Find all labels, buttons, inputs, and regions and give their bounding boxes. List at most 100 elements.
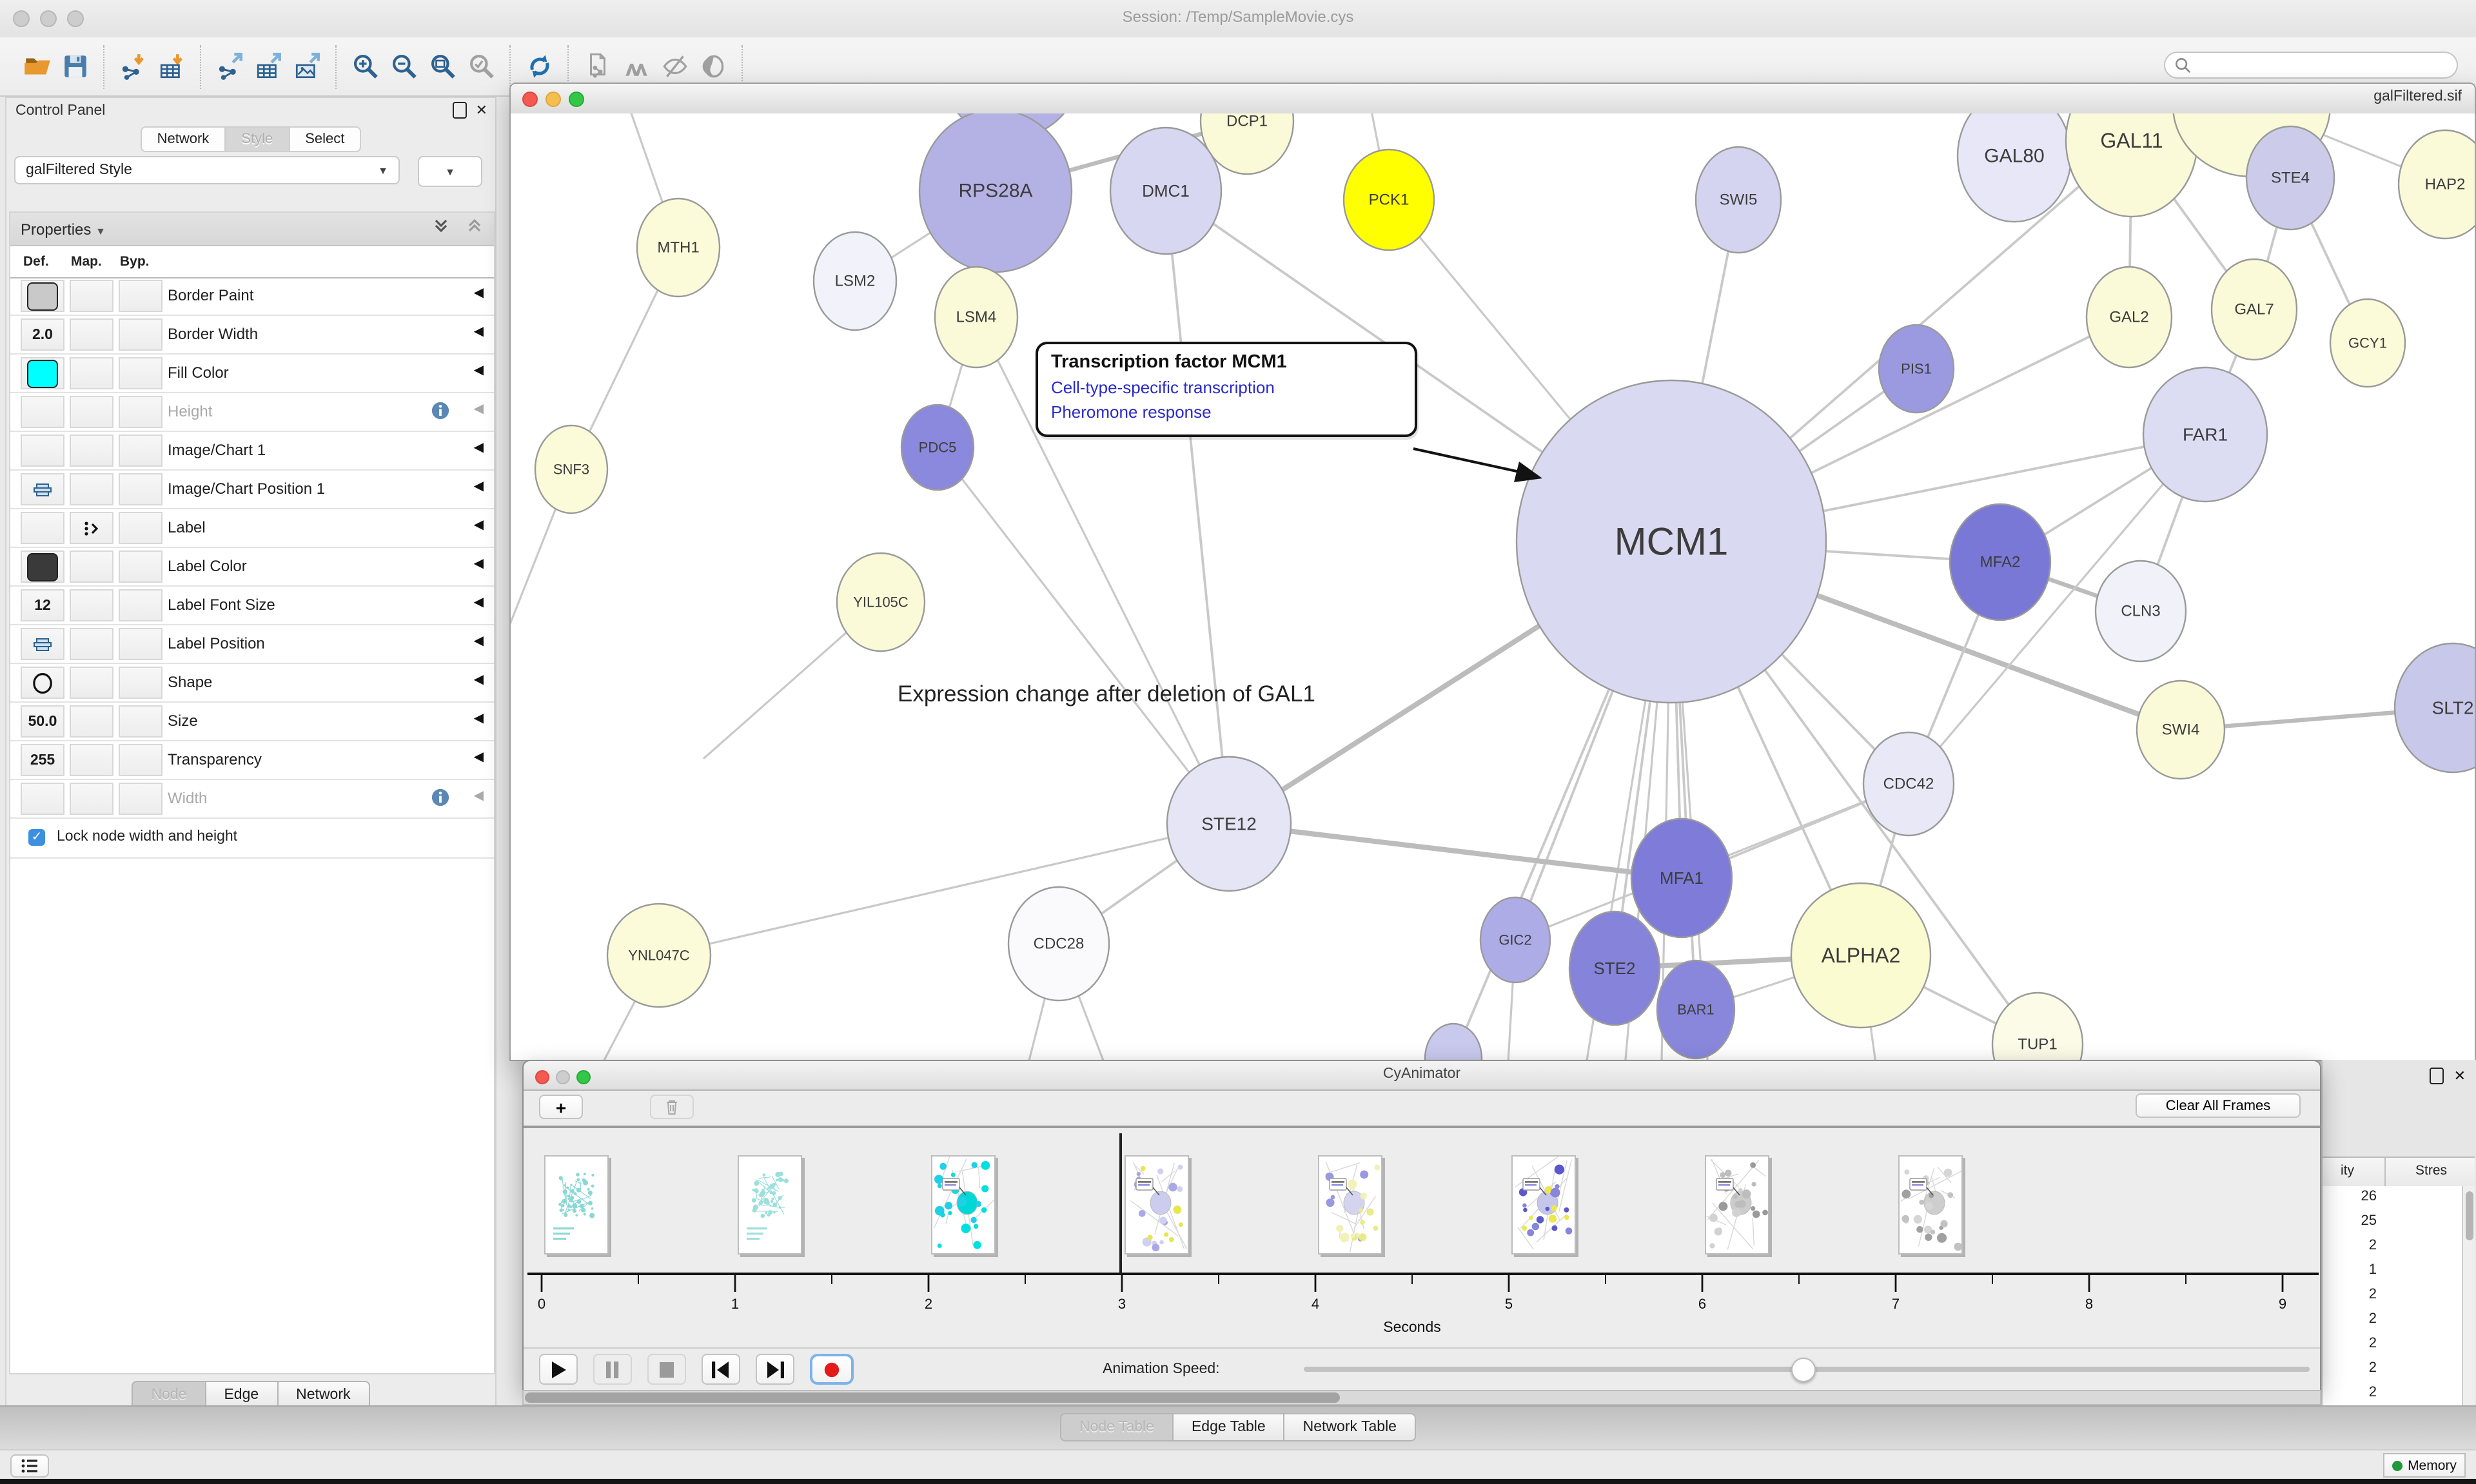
- property-row[interactable]: 50.0Size◀: [10, 703, 494, 741]
- property-map-cell[interactable]: [70, 396, 113, 428]
- style-select[interactable]: galFiltered Style ▼: [14, 156, 400, 184]
- export-network-icon[interactable]: [210, 47, 249, 86]
- property-map-cell[interactable]: [70, 705, 113, 737]
- clear-all-frames-button[interactable]: Clear All Frames: [2136, 1093, 2301, 1118]
- expand-row-icon[interactable]: ◀: [474, 325, 484, 339]
- property-byp-cell[interactable]: [119, 512, 162, 544]
- network-node-RPS28A[interactable]: RPS28A: [919, 113, 1072, 272]
- record-button[interactable]: [810, 1354, 854, 1385]
- task-history-button[interactable]: [10, 1454, 49, 1478]
- table-row[interactable]: 2: [2323, 1333, 2462, 1358]
- zoom-out-icon[interactable]: [384, 47, 423, 86]
- property-def-cell[interactable]: 255: [21, 744, 64, 776]
- open-session-icon[interactable]: [17, 47, 55, 86]
- expand-row-icon[interactable]: ◀: [474, 402, 484, 416]
- table-row[interactable]: 2: [2323, 1358, 2462, 1382]
- property-def-cell[interactable]: [21, 434, 64, 467]
- minimize-window-icon[interactable]: [545, 92, 561, 107]
- expand-row-icon[interactable]: ◀: [474, 712, 484, 726]
- tab-network-table[interactable]: Network Table: [1284, 1413, 1416, 1441]
- network-node-GAL7[interactable]: GAL7: [2212, 259, 2297, 360]
- network-node-CLN3[interactable]: CLN3: [2096, 561, 2186, 661]
- expand-row-icon[interactable]: ◀: [474, 480, 484, 494]
- property-def-cell[interactable]: [21, 667, 64, 699]
- export-image-icon[interactable]: [288, 47, 326, 86]
- properties-title[interactable]: Properties ▼: [21, 220, 106, 238]
- property-map-cell[interactable]: [70, 280, 113, 312]
- annotation-box[interactable]: Transcription factor MCM1 Cell-type-spec…: [1036, 342, 1417, 436]
- property-byp-cell[interactable]: [119, 705, 162, 737]
- property-def-cell[interactable]: [21, 551, 64, 583]
- property-row[interactable]: Width◀: [10, 780, 494, 819]
- property-byp-cell[interactable]: [119, 667, 162, 699]
- property-row[interactable]: Shape◀: [10, 664, 494, 703]
- network-node-FAR1[interactable]: FAR1: [2143, 367, 2267, 502]
- property-map-cell[interactable]: [70, 667, 113, 699]
- frame-thumbnail-0[interactable]: [544, 1155, 609, 1255]
- tab-network[interactable]: Network: [141, 126, 225, 152]
- property-map-cell[interactable]: [70, 434, 113, 467]
- property-map-cell[interactable]: [70, 473, 113, 505]
- collapse-all-icon[interactable]: [431, 217, 449, 235]
- property-byp-cell[interactable]: [119, 628, 162, 660]
- property-byp-cell[interactable]: [119, 473, 162, 505]
- float-panel-icon[interactable]: [453, 102, 467, 119]
- network-window-titlebar[interactable]: galFiltered.sif: [511, 84, 2475, 115]
- property-map-cell[interactable]: [70, 783, 113, 815]
- slider-thumb[interactable]: [1791, 1358, 1816, 1382]
- property-row[interactable]: Image/Chart 1◀: [10, 432, 494, 471]
- network-node-MFA1[interactable]: MFA1: [1631, 819, 1732, 937]
- zoom-in-icon[interactable]: [346, 47, 384, 86]
- property-def-cell[interactable]: [21, 628, 64, 660]
- network-node-YNL047C[interactable]: YNL047C: [607, 904, 711, 1007]
- network-node-YIL105C[interactable]: YIL105C: [837, 553, 925, 651]
- delete-frame-button[interactable]: [650, 1095, 694, 1119]
- search-box[interactable]: [2164, 52, 2458, 79]
- network-node-SWI5[interactable]: SWI5: [1696, 147, 1781, 253]
- float-panel-icon[interactable]: [2430, 1068, 2444, 1084]
- next-frame-button[interactable]: [756, 1354, 794, 1385]
- import-network-icon[interactable]: [113, 47, 152, 86]
- property-byp-cell[interactable]: [119, 357, 162, 389]
- network-node-GAL2[interactable]: GAL2: [2087, 267, 2172, 367]
- frames-timeline[interactable]: 0123456789Seconds: [524, 1128, 2320, 1345]
- frame-thumbnail-4[interactable]: [1318, 1155, 1382, 1255]
- tab-select[interactable]: Select: [288, 126, 361, 152]
- property-row[interactable]: Label Color◀: [10, 548, 494, 587]
- network-node-LSM4[interactable]: LSM4: [935, 267, 1017, 367]
- property-map-cell[interactable]: [70, 628, 113, 660]
- property-map-cell[interactable]: [70, 551, 113, 583]
- frame-thumbnail-3[interactable]: [1125, 1155, 1189, 1255]
- network-node-GCY1[interactable]: GCY1: [2330, 299, 2405, 387]
- table-row[interactable]: 2: [2323, 1309, 2462, 1333]
- close-panel-icon[interactable]: ✕: [476, 102, 487, 119]
- frame-thumbnail-7[interactable]: [1898, 1155, 1963, 1255]
- property-def-cell[interactable]: [21, 396, 64, 428]
- property-row[interactable]: 2.0Border Width◀: [10, 316, 494, 355]
- property-row[interactable]: Border Paint◀: [10, 277, 494, 316]
- info-icon[interactable]: [431, 788, 450, 814]
- property-byp-cell[interactable]: [119, 589, 162, 621]
- frame-thumbnail-5[interactable]: [1511, 1155, 1576, 1255]
- network-node-STE2[interactable]: STE2: [1569, 912, 1660, 1025]
- property-def-cell[interactable]: [21, 280, 64, 312]
- property-row[interactable]: 12Label Font Size◀: [10, 587, 494, 625]
- export-table-icon[interactable]: [249, 47, 288, 86]
- style-options-button[interactable]: ▼: [418, 156, 482, 187]
- add-frame-button[interactable]: +: [539, 1095, 583, 1119]
- network-node-ALPHA2[interactable]: ALPHA2: [1791, 883, 1931, 1028]
- expand-all-icon[interactable]: [466, 217, 484, 235]
- property-row[interactable]: Height◀: [10, 393, 494, 432]
- table-row[interactable]: 1: [2323, 1260, 2462, 1284]
- tab-edge-table[interactable]: Edge Table: [1172, 1413, 1284, 1441]
- network-node-BAR1[interactable]: BAR1: [1657, 961, 1734, 1059]
- property-byp-cell[interactable]: [119, 318, 162, 351]
- save-session-icon[interactable]: [55, 47, 94, 86]
- property-map-cell[interactable]: [70, 744, 113, 776]
- network-node-LSM2[interactable]: LSM2: [814, 232, 896, 330]
- expand-row-icon[interactable]: ◀: [474, 518, 484, 532]
- property-def-cell[interactable]: 50.0: [21, 705, 64, 737]
- property-row[interactable]: Label◀: [10, 509, 494, 548]
- property-def-cell[interactable]: 2.0: [21, 318, 64, 351]
- prev-frame-button[interactable]: [702, 1354, 740, 1385]
